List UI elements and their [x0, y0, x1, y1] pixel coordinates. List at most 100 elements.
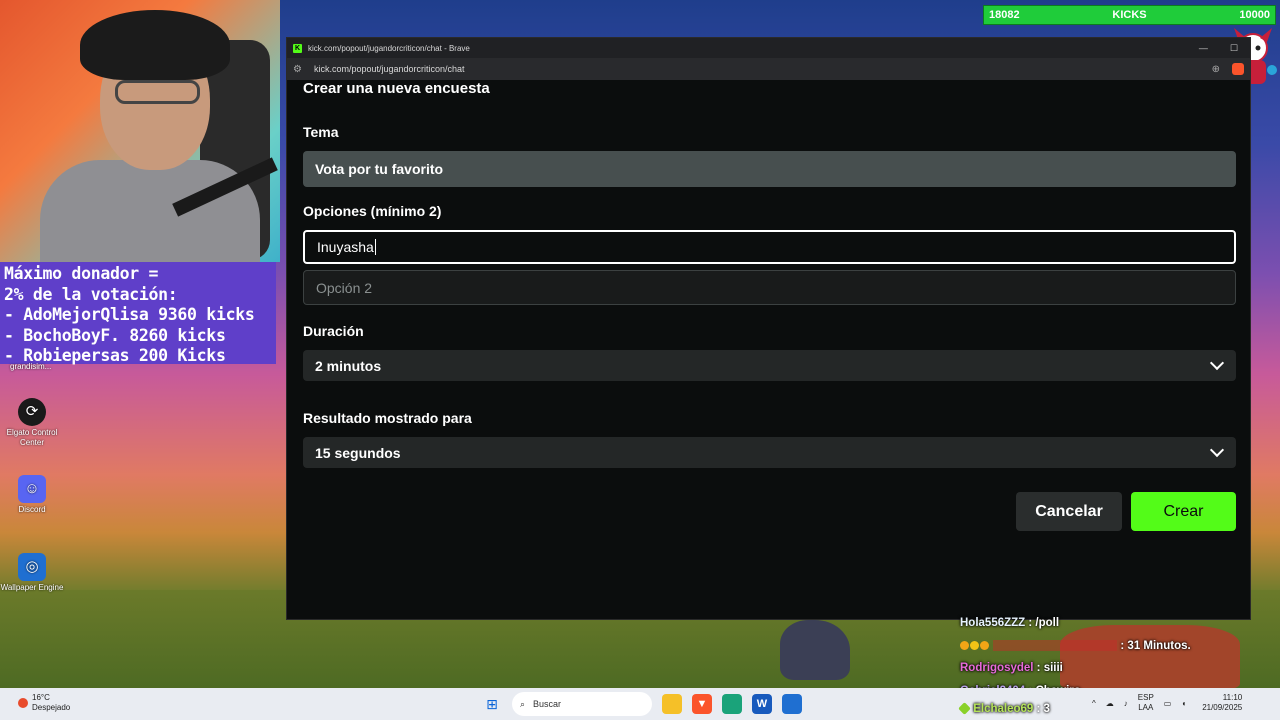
- chat-message: Rodrigosydel : siiii: [960, 657, 1191, 680]
- chat-message: : 31 Minutos.: [960, 635, 1191, 658]
- volume-icon[interactable]: ◖: [1181, 699, 1186, 708]
- notepad-icon[interactable]: [782, 694, 802, 714]
- system-tray: ^ ☁ ♪ ESP LAA ▭ ◖ 11:10 21/09/2025: [1092, 693, 1242, 713]
- chat-badge-icon: [970, 640, 979, 650]
- taskbar-search[interactable]: ⌕ Buscar: [512, 692, 652, 716]
- language-indicator[interactable]: ESP LAA: [1138, 693, 1154, 713]
- chat-badge-icon: [958, 702, 971, 716]
- wallpaper-engine-icon: ◎: [18, 553, 46, 581]
- network-icon[interactable]: ☁: [1106, 699, 1114, 708]
- app-icon[interactable]: [722, 694, 742, 714]
- chat-username: Rodrigosydel: [960, 662, 1034, 674]
- taskbar-apps: ⊞ ⌕ Buscar ▼ W: [482, 692, 802, 716]
- chat-text: : /poll: [1025, 617, 1060, 629]
- chat-text: : siiii: [1033, 662, 1063, 674]
- chevron-down-icon: [1209, 442, 1225, 458]
- chat-username-obscured: [993, 639, 1118, 651]
- game-scene-creature: [780, 620, 850, 680]
- desktop-icon-truncated-label: grandisim...: [10, 362, 52, 371]
- kicks-label: KICKS: [1112, 9, 1147, 21]
- lang-top: ESP: [1137, 693, 1154, 702]
- windows-start-icon[interactable]: ⊞: [482, 694, 502, 714]
- donor-line: - BochoBoyF. 8260 kicks: [4, 325, 226, 345]
- poll-actions: Cancelar Crear: [1016, 492, 1236, 531]
- topic-input[interactable]: Vota por tu favorito: [303, 151, 1236, 187]
- duration-value: 2 minutos: [315, 357, 382, 374]
- url-text[interactable]: kick.com/popout/jugandorcriticon/chat: [314, 64, 465, 74]
- chat-badge-icon: [980, 640, 989, 650]
- stream-chat-overlay-last: Elchaleo69 : 3: [958, 698, 1050, 720]
- maximize-icon[interactable]: ☐: [1230, 43, 1238, 54]
- chat-text: : 31 Minutos.: [1117, 639, 1191, 652]
- clock-time: 11:10: [1222, 693, 1243, 702]
- kicks-goal: 10000: [1239, 9, 1270, 21]
- address-bar: ⚙ kick.com/popout/jugandorcriticon/chat …: [287, 58, 1250, 80]
- option-2-input[interactable]: Opción 2: [303, 270, 1236, 305]
- donor-line: 2% de la votación:: [4, 284, 178, 304]
- desktop-icon-elgato[interactable]: ⟳ Elgato Control Center: [0, 398, 64, 448]
- text-caret: [374, 239, 376, 255]
- chat-username: Elchaleo69: [973, 703, 1034, 715]
- chat-badge-icon: [960, 640, 969, 650]
- browser-titlebar: K kick.com/popout/jugandorcriticon/chat …: [287, 38, 1250, 58]
- top-donor-panel: Máximo donador = 2% de la votación: - Ad…: [0, 262, 276, 365]
- brave-shields-icon[interactable]: [1232, 63, 1244, 75]
- chevron-down-icon: [1209, 355, 1225, 371]
- search-placeholder: Buscar: [533, 699, 562, 709]
- streamer-hair: [80, 10, 230, 80]
- weather-widget[interactable]: 16°C Despejado: [18, 693, 70, 713]
- zoom-icon[interactable]: ⊕: [1212, 64, 1220, 75]
- file-explorer-icon[interactable]: [662, 694, 682, 714]
- desktop-icon-label: Elgato Control Center: [6, 428, 58, 447]
- option-2-placeholder: Opción 2: [316, 279, 373, 296]
- streamer-shirt: [40, 160, 260, 262]
- result-duration-select[interactable]: 15 segundos: [303, 437, 1236, 468]
- site-settings-icon[interactable]: ⚙: [293, 64, 302, 75]
- donor-line: Máximo donador =: [4, 264, 159, 283]
- desktop-icon-label: Discord: [18, 505, 46, 514]
- chevron-up-icon[interactable]: ^: [1092, 699, 1096, 708]
- chat-username: Hola556ZZZ: [960, 617, 1026, 629]
- weather-desc: Despejado: [32, 703, 71, 712]
- windows-taskbar: 16°C Despejado ⊞ ⌕ Buscar ▼ W ^ ☁ ♪ ESP …: [0, 688, 1280, 720]
- create-poll-form: Crear una nueva encuesta Tema Vota por t…: [303, 80, 1236, 531]
- option-1-value: Inuyasha: [317, 239, 374, 255]
- create-button[interactable]: Crear: [1131, 492, 1236, 531]
- cancel-button[interactable]: Cancelar: [1016, 492, 1122, 531]
- desktop-icon-label: Wallpaper Engine: [0, 583, 64, 592]
- chat-message: Hola556ZZZ : /poll: [960, 612, 1191, 635]
- option-1-input[interactable]: Inuyasha: [303, 230, 1236, 264]
- streamer-glasses: [115, 80, 200, 104]
- chat-text: : 3: [1033, 703, 1050, 715]
- topic-value: Vota por tu favorito: [315, 161, 444, 177]
- desktop-icon-discord[interactable]: ☺ Discord: [0, 475, 64, 515]
- topic-label: Tema: [303, 124, 339, 140]
- kicks-current: 18082: [989, 9, 1020, 21]
- donor-line: - AdoMejorQlisa 9360 kicks: [4, 305, 255, 324]
- result-duration-label: Resultado mostrado para: [303, 410, 472, 426]
- options-label: Opciones (mínimo 2): [303, 203, 442, 219]
- taskbar-clock[interactable]: 11:10 21/09/2025: [1202, 693, 1242, 713]
- lang-bottom: LAA: [1138, 703, 1154, 712]
- chat-message: Elchaleo69 : 3: [958, 698, 1050, 720]
- brave-icon[interactable]: ▼: [692, 694, 712, 714]
- elgato-icon: ⟳: [18, 398, 46, 426]
- monitor-icon[interactable]: ▭: [1164, 699, 1172, 708]
- clock-date: 21/09/2025: [1202, 703, 1243, 712]
- window-title: kick.com/popout/jugandorcriticon/chat - …: [308, 43, 470, 53]
- weather-icon: [18, 698, 28, 708]
- word-icon[interactable]: W: [752, 694, 772, 714]
- kick-favicon-icon: K: [293, 43, 302, 53]
- desktop-icon-wallpaper-engine[interactable]: ◎ Wallpaper Engine: [0, 553, 64, 593]
- kicks-goal-bar: 18082 KICKS 10000: [983, 5, 1276, 25]
- brave-browser-window: K kick.com/popout/jugandorcriticon/chat …: [286, 37, 1251, 620]
- weather-temp: 16°C: [32, 693, 50, 702]
- streamer-webcam: [0, 0, 280, 262]
- discord-icon: ☺: [18, 475, 46, 503]
- poll-heading: Crear una nueva encuesta: [303, 80, 490, 97]
- duration-label: Duración: [303, 323, 364, 339]
- minimize-icon[interactable]: —: [1199, 43, 1208, 54]
- microphone-icon[interactable]: ♪: [1124, 699, 1128, 708]
- search-icon: ⌕: [520, 698, 526, 709]
- duration-select[interactable]: 2 minutos: [303, 350, 1236, 381]
